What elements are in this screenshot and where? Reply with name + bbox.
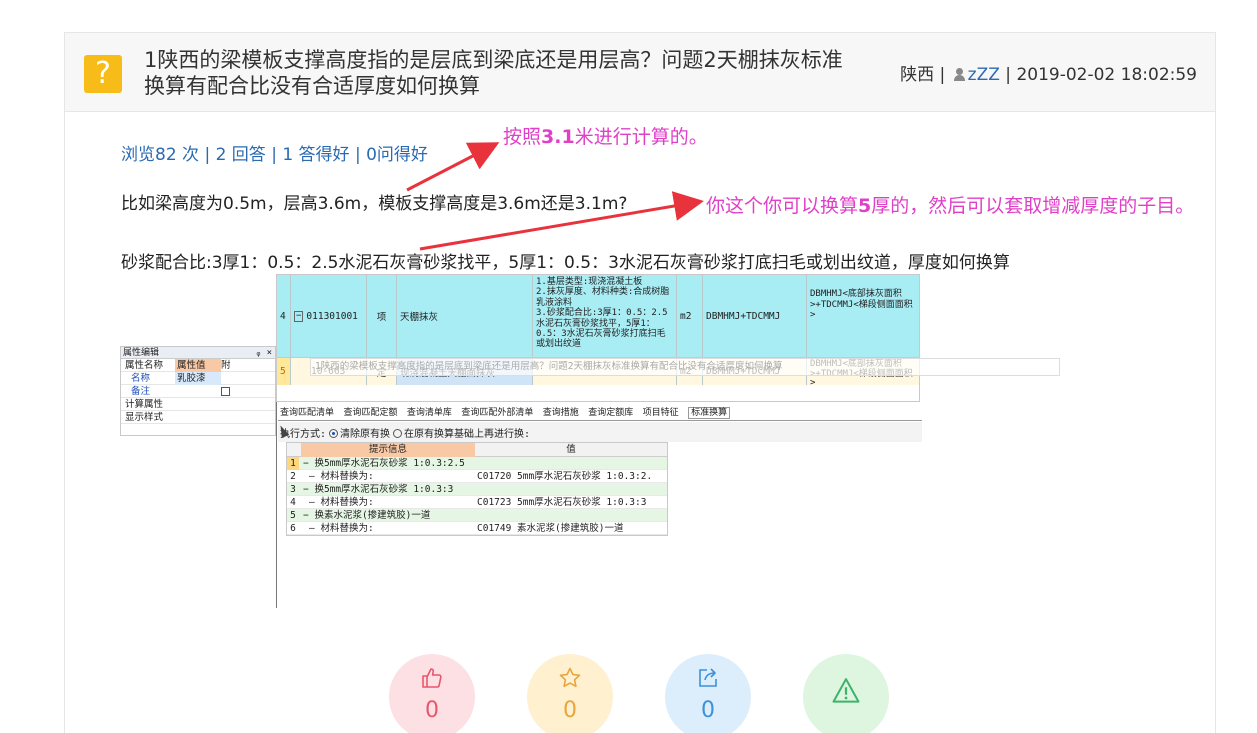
share-count: 0 xyxy=(701,698,715,723)
like-button[interactable]: 0 xyxy=(389,654,475,733)
arrow-to-annotation-1 xyxy=(406,142,500,192)
thumbs-up-icon xyxy=(422,668,442,688)
annotation-arrows xyxy=(406,142,704,251)
like-count: 0 xyxy=(425,698,439,723)
share-icon xyxy=(699,668,717,687)
warning-icon xyxy=(832,678,860,703)
favorite-button[interactable]: 0 xyxy=(527,654,613,733)
report-button[interactable] xyxy=(803,654,889,733)
arrow-to-annotation-2 xyxy=(419,191,704,251)
favorite-count: 0 xyxy=(563,698,577,723)
share-button[interactable]: 0 xyxy=(665,654,751,733)
star-icon xyxy=(559,667,581,688)
